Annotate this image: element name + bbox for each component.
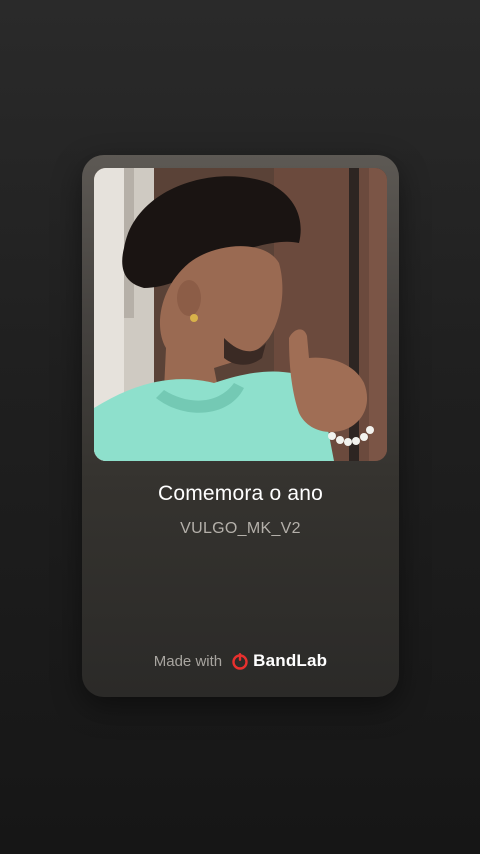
bandlab-name: BandLab: [253, 651, 328, 670]
share-card: Comemora o ano VULGO_MK_V2 Made with Ban…: [82, 155, 399, 697]
made-with-label: Made with: [153, 652, 223, 670]
song-title: Comemora o ano: [157, 482, 324, 505]
made-with-footer[interactable]: Made with BandLab: [82, 651, 399, 671]
bandlab-brand[interactable]: BandLab: [230, 651, 327, 671]
cover-image: [94, 168, 387, 461]
artist-name: VULGO_MK_V2: [180, 520, 301, 537]
bandlab-logo-icon: [230, 651, 250, 671]
